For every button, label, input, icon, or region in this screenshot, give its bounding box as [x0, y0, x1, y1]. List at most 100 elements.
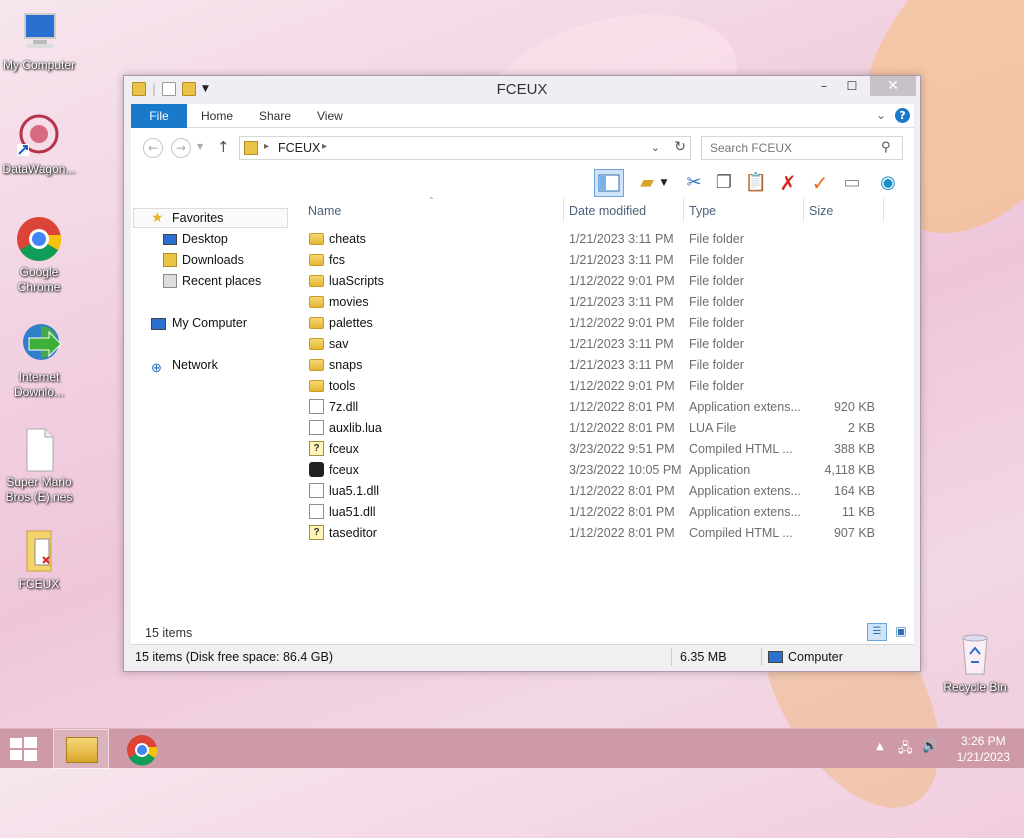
help-file-icon: ? — [309, 441, 324, 456]
tab-home[interactable]: Home — [201, 104, 233, 128]
taskbar-explorer-button[interactable] — [53, 729, 109, 769]
tab-view[interactable]: View — [317, 104, 343, 128]
file-row[interactable]: auxlib.lua 1/12/2022 8:01 PM LUA File 2 KB — [301, 418, 901, 439]
file-row[interactable]: lua5.1.dll 1/12/2022 8:01 PM Application e… — [301, 481, 901, 502]
address-bar[interactable]: ▸ FCEUX ▸ ⌄ ↻ — [239, 136, 691, 160]
recent-locations-icon[interactable]: ▼ — [197, 142, 203, 151]
rename-icon[interactable]: ▭ — [839, 170, 865, 196]
column-header-date[interactable]: Date modified — [569, 204, 646, 218]
nav-my-computer[interactable]: My Computer — [172, 316, 247, 330]
nav-favorites[interactable]: Favorites — [172, 211, 223, 225]
search-input[interactable]: Search FCEUX — [701, 136, 903, 160]
status-info: 15 items (Disk free space: 86.4 GB) — [135, 650, 333, 664]
network-tray-icon[interactable]: 🖧 — [898, 739, 913, 761]
file-size: 2 KB — [847, 421, 875, 435]
desktop-icon-my-computer[interactable]: My Computer — [0, 8, 78, 73]
breadcrumb-item[interactable]: FCEUX — [278, 141, 320, 155]
checkmark-icon[interactable]: ✓ — [807, 170, 833, 196]
taskbar: ▲ 🖧 🔊 3:26 PM 1/21/2023 — [0, 728, 1024, 769]
desktop-icon-idm[interactable]: Internet Downlo... — [0, 320, 78, 400]
refresh-icon[interactable]: ↻ — [674, 139, 686, 155]
file-row[interactable]: ? taseditor 1/12/2022 8:01 PM Compiled HTML… — [301, 523, 901, 544]
up-button[interactable]: ↑ — [217, 138, 230, 156]
file-date-modified: 1/21/2023 3:11 PM — [569, 253, 674, 267]
paste-icon[interactable]: 📋 — [743, 170, 769, 196]
item-count: 15 items — [145, 626, 193, 640]
preview-pane-icon[interactable] — [594, 169, 624, 197]
file-row[interactable]: palettes 1/12/2022 9:01 PM File folder — [301, 313, 901, 334]
start-button[interactable] — [10, 737, 38, 761]
copy-icon[interactable]: ❐ — [711, 170, 737, 196]
file-row[interactable]: lua51.dll 1/12/2022 8:01 PM Application ex… — [301, 502, 901, 523]
tab-share[interactable]: Share — [259, 104, 291, 128]
column-header-name[interactable]: Name — [308, 204, 341, 218]
breadcrumb-chevron-icon[interactable]: ▸ — [322, 141, 327, 152]
file-date-modified: 1/12/2022 9:01 PM — [569, 379, 675, 393]
status-divider — [761, 648, 762, 666]
nav-recent-places[interactable]: Recent places — [182, 274, 261, 288]
volume-tray-icon[interactable]: 🔊 — [922, 739, 938, 754]
properties-globe-icon[interactable]: ◉ — [875, 170, 901, 196]
nav-network[interactable]: Network — [172, 358, 218, 372]
chrome-icon — [15, 215, 63, 263]
breadcrumb-chevron-icon[interactable]: ▸ — [264, 141, 269, 152]
column-divider[interactable] — [683, 198, 684, 222]
file-row[interactable]: movies 1/21/2023 3:11 PM File folder — [301, 292, 901, 313]
file-row[interactable]: cheats 1/21/2023 3:11 PM File folder — [301, 229, 901, 250]
file-date-modified: 1/12/2022 8:01 PM — [569, 526, 675, 540]
address-dropdown-icon[interactable]: ⌄ — [651, 141, 660, 154]
file-name: cheats — [329, 232, 366, 246]
desktop-icon-chrome[interactable]: Google Chrome — [0, 215, 78, 295]
desktop-icon-fceux[interactable]: FCEUX — [0, 527, 78, 592]
column-header-size[interactable]: Size — [809, 204, 833, 218]
tab-file[interactable]: File — [131, 104, 187, 128]
file-date-modified: 1/12/2022 8:01 PM — [569, 400, 675, 414]
column-divider[interactable] — [883, 198, 884, 222]
file-icon — [15, 425, 63, 473]
delete-icon[interactable]: ✗ — [775, 170, 801, 196]
windows-logo-icon — [10, 737, 37, 761]
details-view-button[interactable]: ☰ — [867, 623, 887, 641]
folder-icon — [244, 141, 258, 155]
file-row[interactable]: tools 1/12/2022 9:01 PM File folder — [301, 376, 901, 397]
column-divider[interactable] — [803, 198, 804, 222]
file-name: auxlib.lua — [329, 421, 382, 435]
desktop-icon-label: Google Chrome — [17, 265, 61, 294]
close-button[interactable]: ✕ — [870, 76, 916, 96]
file-row[interactable]: luaScripts 1/12/2022 9:01 PM File folder — [301, 271, 901, 292]
desktop-icon-mario-rom[interactable]: Super Mario Bros (E).nes — [0, 425, 78, 505]
file-date-modified: 1/21/2023 3:11 PM — [569, 337, 674, 351]
maximize-button[interactable]: ☐ — [838, 76, 866, 96]
nav-downloads[interactable]: Downloads — [182, 253, 244, 267]
desktop-icon-label: DataWagon... — [2, 162, 76, 176]
minimize-button[interactable]: – — [810, 76, 838, 96]
file-row[interactable]: sav 1/21/2023 3:11 PM File folder — [301, 334, 901, 355]
file-row[interactable]: snaps 1/21/2023 3:11 PM File folder — [301, 355, 901, 376]
help-icon[interactable]: ? — [895, 108, 910, 123]
file-row[interactable]: fceux 3/23/2022 10:05 PM Application 4,118 … — [301, 460, 901, 481]
file-type: Application extens... — [689, 400, 801, 414]
forward-button[interactable]: → — [171, 138, 191, 158]
clock[interactable]: 3:26 PM 1/21/2023 — [957, 733, 1010, 765]
column-divider[interactable] — [563, 198, 564, 222]
file-row[interactable]: 7z.dll 1/12/2022 8:01 PM Application exten… — [301, 397, 901, 418]
large-icons-view-button[interactable]: ▣ — [891, 623, 911, 641]
nav-desktop[interactable]: Desktop — [182, 232, 228, 246]
file-name: luaScripts — [329, 274, 384, 288]
taskbar-chrome-button[interactable] — [122, 733, 162, 767]
chevron-down-icon[interactable]: ▼ — [657, 170, 671, 196]
column-header-type[interactable]: Type — [689, 204, 716, 218]
ribbon-expand-icon[interactable]: ⌄ — [876, 108, 886, 122]
item-count-bar: 15 items ☰ ▣ — [131, 620, 914, 644]
show-hidden-icons-icon[interactable]: ▲ — [876, 741, 884, 752]
folder-icon — [309, 275, 324, 287]
file-row[interactable]: ? fceux 3/23/2022 9:51 PM Compiled HTML ...… — [301, 439, 901, 460]
desktop-icon-recycle-bin[interactable]: Recycle Bin — [936, 630, 1014, 695]
desktop-icon-datawagon[interactable]: DataWagon... — [0, 112, 78, 177]
cut-icon[interactable]: ✂ — [681, 170, 707, 196]
file-row[interactable]: fcs 1/21/2023 3:11 PM File folder — [301, 250, 901, 271]
desktop-nav-icon — [163, 234, 177, 245]
back-button[interactable]: ← — [143, 138, 163, 158]
title-bar[interactable]: | ▼ FCEUX – ☐ ✕ — [124, 76, 920, 103]
file-name: snaps — [329, 358, 363, 372]
